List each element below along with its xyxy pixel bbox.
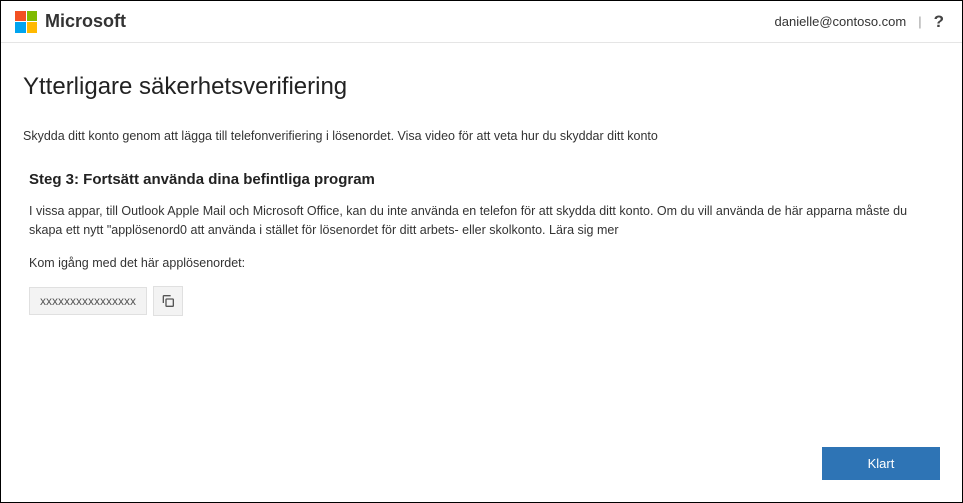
page-title: Ytterligare säkerhetsverifiering — [23, 73, 940, 101]
header-divider: | — [918, 14, 921, 29]
app-header: Microsoft danielle@contoso.com | ? — [1, 1, 962, 43]
step-body-text: I vissa appar, till Outlook Apple Mail o… — [23, 202, 940, 240]
app-password-row: xxxxxxxxxxxxxxxx — [23, 286, 940, 316]
main-content: Ytterligare säkerhetsverifiering Skydda … — [1, 43, 962, 336]
header-user-area: danielle@contoso.com | ? — [775, 12, 945, 32]
microsoft-logo-icon — [15, 11, 37, 33]
header-brand-area: Microsoft — [15, 11, 126, 33]
page-description: Skydda ditt konto genom att lägga till t… — [23, 129, 940, 143]
done-button[interactable]: Klart — [822, 447, 940, 480]
get-started-label: Kom igång med det här applösenordet: — [23, 254, 940, 273]
app-password-field[interactable]: xxxxxxxxxxxxxxxx — [29, 287, 147, 315]
copy-icon — [160, 293, 176, 309]
copy-password-button[interactable] — [153, 286, 183, 316]
user-email[interactable]: danielle@contoso.com — [775, 14, 907, 29]
help-icon[interactable]: ? — [934, 12, 944, 32]
step-heading: Steg 3: Fortsätt använda dina befintliga… — [23, 171, 940, 188]
brand-name: Microsoft — [45, 11, 126, 32]
